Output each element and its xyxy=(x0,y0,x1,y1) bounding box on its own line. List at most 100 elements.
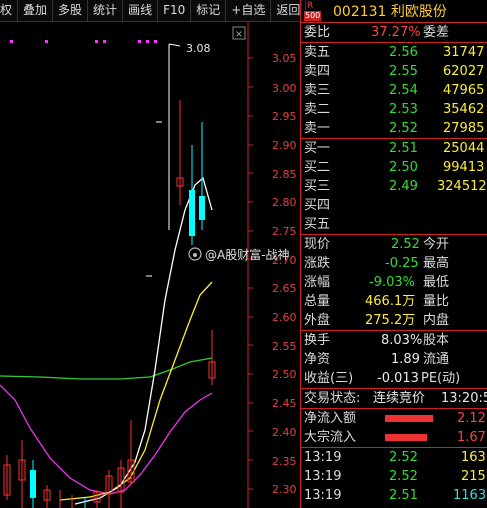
stat-value: 275.2万 xyxy=(365,313,416,328)
flow-label: 净流入额 xyxy=(304,411,357,426)
stat-row: 净资 1.89 流通 xyxy=(301,350,487,369)
stock-name: 利欧股份 xyxy=(390,4,447,20)
ask-row[interactable]: 卖一 2.52 27985 xyxy=(301,119,487,138)
bid-price: 2.50 xyxy=(389,160,418,175)
fund-flow: 净流入额 2.12 大宗流入 1.67 xyxy=(301,409,487,448)
flow-bar xyxy=(385,434,427,441)
price-axis: 3.05 3.00 2.95 2.90 2.85 2.80 2.75 2.70 … xyxy=(272,52,297,496)
ask-row[interactable]: 卖二 2.53 35462 xyxy=(301,100,487,119)
bid-label: 买五 xyxy=(304,217,331,232)
toolbar-button-draw-line[interactable]: 画线 xyxy=(123,0,159,21)
price-tick: 2.90 xyxy=(272,139,297,152)
stat-value: -0.25 xyxy=(385,256,419,271)
bid-row[interactable]: 买三 2.49 324512 xyxy=(301,177,487,196)
stat-label: 内盘 xyxy=(423,313,450,328)
ask-price: 2.53 xyxy=(389,102,418,117)
toolbar-button-fuquan[interactable]: 权 xyxy=(0,0,19,21)
kline-chart[interactable]: × 3.05 3.00 2.95 2.90 2.85 2.80 2.75 2.7… xyxy=(0,22,300,508)
stat-row: 收益(三) -0.013 PE(动) xyxy=(301,369,487,388)
stat-row: 涨幅 -9.03% 最低 xyxy=(301,273,487,292)
badge-num: 500 xyxy=(304,11,322,21)
badge-r: R xyxy=(307,1,314,11)
watermark-text: @A股财富-战神 xyxy=(205,247,290,262)
stock-code: 002131 xyxy=(333,4,387,20)
ask-volume: 62027 xyxy=(443,64,485,79)
bid-label: 买四 xyxy=(304,198,331,213)
tick-price: 2.52 xyxy=(389,469,418,484)
axis-ticks xyxy=(248,57,253,490)
fundamental-stats: 换手 8.03% 股本 净资 1.89 流通 收益(三) -0.013 PE(动… xyxy=(301,331,487,389)
bid-label: 买一 xyxy=(304,141,331,156)
toolbar-button-overlay[interactable]: 叠加 xyxy=(18,0,54,21)
tick-row: 13:19 2.52 215 xyxy=(301,467,487,486)
tick-list: 13:19 2.52 163 13:19 2.52 215 13:19 2.51… xyxy=(301,448,487,505)
ask-row[interactable]: 卖三 2.54 47965 xyxy=(301,81,487,100)
stat-label: 流通 xyxy=(423,352,450,367)
ask-price: 2.54 xyxy=(389,83,418,98)
stat-label: 今开 xyxy=(423,237,450,252)
flow-row: 净流入额 2.12 xyxy=(301,409,487,428)
ma-green-line xyxy=(0,357,213,380)
ask-volume: 47965 xyxy=(443,83,485,98)
stat-label: 收益(三) xyxy=(304,371,354,386)
tick-time: 13:19 xyxy=(304,469,342,484)
bid-label: 买三 xyxy=(304,179,331,194)
toolbar-button-mark[interactable]: 标记 xyxy=(191,0,227,21)
stat-label: 涨跌 xyxy=(304,256,331,271)
stat-label: 量比 xyxy=(423,294,450,309)
flow-value: 2.12 xyxy=(457,411,486,426)
price-tick: 2.95 xyxy=(272,110,297,123)
bid-row[interactable]: 买五 xyxy=(301,215,487,234)
ask-label: 卖一 xyxy=(304,121,331,136)
tick-row: 13:19 2.52 163 xyxy=(301,448,487,467)
candle xyxy=(30,470,36,498)
bid-volume: 25044 xyxy=(443,141,485,156)
price-tick: 2.85 xyxy=(272,168,297,181)
stat-row: 换手 8.03% 股本 xyxy=(301,331,487,350)
toolbar-button-add-watchlist[interactable]: +自选 xyxy=(226,0,272,21)
ask-price: 2.56 xyxy=(389,45,418,60)
price-stats: 现价 2.52 今开 涨跌 -0.25 最高 涨幅 -9.03% 最低 总量 4… xyxy=(301,235,487,331)
bid-row[interactable]: 买四 xyxy=(301,196,487,215)
trade-status-value: 连续竞价 xyxy=(373,391,426,406)
ask-volume: 35462 xyxy=(443,102,485,117)
weibi-value: 37.27% xyxy=(371,25,421,40)
ask-row[interactable]: 卖五 2.56 31747 xyxy=(301,43,487,62)
stock-title[interactable]: 002131 利欧股份 xyxy=(333,1,447,21)
r-badge: R 500 xyxy=(304,1,322,21)
price-tick: 3.00 xyxy=(272,82,297,95)
stat-row: 外盘 275.2万 内盘 xyxy=(301,311,487,330)
flow-row: 大宗流入 1.67 xyxy=(301,428,487,447)
bid-row[interactable]: 买二 2.50 99413 xyxy=(301,158,487,177)
ask-label: 卖五 xyxy=(304,45,331,60)
price-tick: 3.05 xyxy=(272,52,297,65)
candles xyxy=(3,43,216,508)
price-tick: 2.30 xyxy=(272,483,297,496)
tick-volume: 1163 xyxy=(453,488,487,503)
toolbar-button-statistics[interactable]: 统计 xyxy=(88,0,124,21)
close-glyph: × xyxy=(235,29,243,40)
trade-status: 交易状态: 连续竞价 13:20:5 xyxy=(301,389,487,408)
trade-status-row: 交易状态: 连续竞价 13:20:5 xyxy=(301,389,487,409)
weibi-label: 委比 xyxy=(304,25,331,40)
ask-row[interactable]: 卖四 2.55 62027 xyxy=(301,62,487,81)
toolbar-button-multi-stock[interactable]: 多股 xyxy=(53,0,89,21)
stat-value: 8.03% xyxy=(381,333,423,348)
price-tick: 2.45 xyxy=(272,397,297,410)
stat-label: 净资 xyxy=(304,352,331,367)
stat-label: 外盘 xyxy=(304,313,331,328)
stat-value: 1.89 xyxy=(391,352,420,367)
tick-price: 2.52 xyxy=(389,450,418,465)
stat-label: 最低 xyxy=(423,275,450,290)
weibi-row: 委比 37.27% 委差 xyxy=(301,23,487,43)
stat-label: 最高 xyxy=(423,256,450,271)
ask-label: 卖三 xyxy=(304,83,331,98)
bid-row[interactable]: 买一 2.51 25044 xyxy=(301,139,487,158)
stat-label: 股本 xyxy=(423,333,450,348)
candle xyxy=(199,196,205,220)
high-price-label: 3.08 xyxy=(186,42,211,55)
price-tick: 2.80 xyxy=(272,196,297,209)
quote-panel: R 500 002131 利欧股份 委比 37.27% 委差 卖五 2.56 3… xyxy=(300,0,487,508)
toolbar-button-f10[interactable]: F10 xyxy=(158,0,192,21)
price-tick: 2.75 xyxy=(272,225,297,238)
